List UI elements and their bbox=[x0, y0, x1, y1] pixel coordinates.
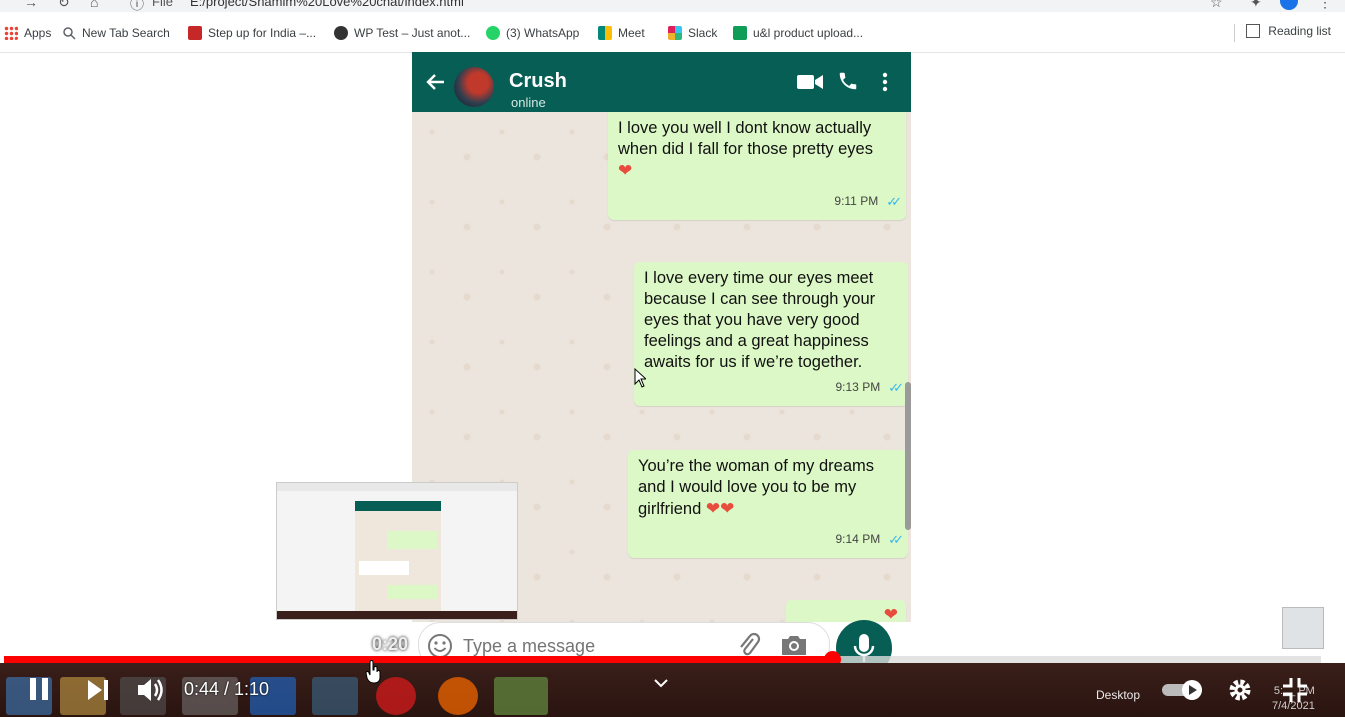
bookmark-favicon bbox=[188, 26, 202, 40]
video-call-icon[interactable] bbox=[797, 74, 823, 90]
volume-icon[interactable] bbox=[136, 676, 166, 704]
bookmark-product-upload[interactable]: u&l product upload... bbox=[733, 24, 863, 42]
contact-name[interactable]: Crush bbox=[509, 70, 567, 93]
double-check-icon: ✓✓ bbox=[888, 532, 904, 547]
channel-watermark[interactable] bbox=[1282, 607, 1324, 649]
message-meta: 9:13 PM ✓✓ bbox=[835, 377, 904, 398]
taskbar-app-firefox[interactable] bbox=[438, 677, 478, 715]
contact-status: online bbox=[511, 95, 546, 110]
bookmark-new-tab-search[interactable]: New Tab Search bbox=[62, 24, 170, 42]
extensions-icon[interactable]: ✦ bbox=[1250, 0, 1262, 11]
double-check-icon: ✓✓ bbox=[888, 380, 904, 395]
mouse-pointer-icon bbox=[634, 368, 646, 388]
bookmark-label: Apps bbox=[24, 26, 52, 40]
browser-toolbar: → ↻ ⌂ ⓘ File E:/project/Shamim%20Love%20… bbox=[0, 0, 1345, 12]
info-icon[interactable]: ⓘ bbox=[130, 0, 144, 12]
slack-icon bbox=[668, 26, 682, 40]
seek-preview-thumbnail bbox=[276, 482, 518, 620]
apps-grid-icon bbox=[4, 26, 18, 40]
bookmark-label: (3) WhatsApp bbox=[506, 26, 580, 40]
bookmark-label: Meet bbox=[618, 26, 645, 40]
desktop-toolbar-label[interactable]: Desktop bbox=[1096, 688, 1140, 702]
video-progress-bar[interactable] bbox=[4, 651, 1321, 668]
message-bubble[interactable]: I love every time our eyes meet because … bbox=[634, 262, 908, 406]
file-label: File bbox=[152, 0, 173, 9]
profile-avatar[interactable] bbox=[1280, 0, 1298, 10]
chat-header: Crush online bbox=[412, 52, 911, 112]
bookmark-wp-test[interactable]: WP Test – Just anot... bbox=[334, 24, 470, 42]
bookmark-label: Slack bbox=[688, 26, 718, 40]
message-meta: 9:11 PM ✓✓ bbox=[834, 191, 902, 212]
message-bubble[interactable]: ❤ bbox=[786, 600, 906, 622]
taskbar-app-opera[interactable] bbox=[376, 677, 416, 715]
attachment-icon[interactable] bbox=[737, 631, 761, 659]
more-menu-icon[interactable]: ⋮ bbox=[1318, 0, 1332, 11]
heart-emoji: ❤ bbox=[618, 161, 633, 180]
message-text: I love you well I dont know actually whe… bbox=[618, 119, 873, 158]
bookmark-apps[interactable]: Apps bbox=[4, 24, 51, 42]
video-time-display: 0:44 / 1:10 bbox=[184, 679, 270, 699]
message-text: You’re the woman of my dreams and I woul… bbox=[638, 457, 875, 518]
whatsapp-icon bbox=[486, 26, 500, 40]
bookmark-step-up-india[interactable]: Step up for India –... bbox=[188, 24, 316, 42]
autoplay-toggle[interactable] bbox=[1162, 680, 1206, 700]
bookmark-label: Step up for India –... bbox=[208, 26, 317, 40]
back-arrow-icon[interactable] bbox=[426, 72, 446, 92]
message-text: I love every time our eyes meet because … bbox=[644, 269, 876, 371]
taskbar-app-notes[interactable] bbox=[312, 677, 358, 715]
contact-avatar[interactable] bbox=[454, 67, 494, 107]
camera-icon[interactable] bbox=[779, 633, 809, 657]
bookmark-label: New Tab Search bbox=[82, 26, 170, 40]
forward-icon[interactable]: → bbox=[24, 0, 38, 10]
address-bar[interactable]: E:/project/Shamim%20Love%20chat/index.ht… bbox=[190, 0, 464, 9]
hand-pointer-icon bbox=[365, 660, 381, 684]
meet-icon bbox=[598, 26, 612, 40]
exit-fullscreen-icon[interactable] bbox=[1281, 676, 1309, 704]
heart-emoji: ❤❤ bbox=[705, 499, 735, 518]
bookmark-slack[interactable]: Slack bbox=[668, 24, 717, 42]
double-check-icon: ✓✓ bbox=[886, 194, 902, 209]
message-bubble[interactable]: You’re the woman of my dreams and I woul… bbox=[628, 450, 908, 558]
home-icon[interactable]: ⌂ bbox=[90, 0, 98, 10]
reload-icon[interactable]: ↻ bbox=[58, 0, 70, 11]
bookmarks-divider bbox=[1234, 24, 1235, 42]
bookmark-meet[interactable]: Meet bbox=[598, 24, 645, 42]
bookmark-label: WP Test – Just anot... bbox=[354, 26, 471, 40]
chat-scrollbar[interactable] bbox=[905, 382, 911, 530]
taskbar-app-chart[interactable] bbox=[494, 677, 548, 715]
play-icon bbox=[1189, 685, 1197, 695]
chevron-down-icon[interactable] bbox=[652, 676, 670, 690]
sheets-icon bbox=[733, 26, 747, 40]
bookmarks-bar: Apps New Tab Search Step up for India –.… bbox=[0, 12, 1345, 53]
message-bubble[interactable]: I love you well I dont know actually whe… bbox=[608, 112, 906, 220]
search-icon bbox=[63, 27, 76, 40]
message-meta: 9:14 PM ✓✓ bbox=[835, 529, 904, 550]
message-time: 9:14 PM bbox=[835, 532, 881, 546]
pause-icon[interactable] bbox=[26, 676, 52, 702]
progress-played bbox=[4, 656, 832, 663]
wordpress-icon bbox=[334, 26, 348, 40]
preview-timestamp: 0:20 bbox=[372, 634, 409, 654]
next-video-icon[interactable] bbox=[86, 678, 110, 702]
more-options-icon[interactable] bbox=[882, 72, 888, 92]
reading-list-label: Reading list bbox=[1268, 24, 1331, 38]
message-time: 9:13 PM bbox=[835, 380, 881, 394]
heart-emoji: ❤ bbox=[883, 605, 898, 622]
reading-list-button[interactable]: Reading list bbox=[1246, 24, 1331, 38]
bookmark-label: u&l product upload... bbox=[753, 26, 864, 40]
reading-list-icon bbox=[1246, 24, 1261, 38]
settings-gear-icon[interactable] bbox=[1226, 676, 1254, 704]
bookmark-whatsapp[interactable]: (3) WhatsApp bbox=[486, 24, 579, 42]
message-time: 9:11 PM bbox=[834, 194, 879, 208]
star-icon[interactable]: ☆ bbox=[1210, 0, 1223, 11]
phone-call-icon[interactable] bbox=[837, 70, 859, 92]
